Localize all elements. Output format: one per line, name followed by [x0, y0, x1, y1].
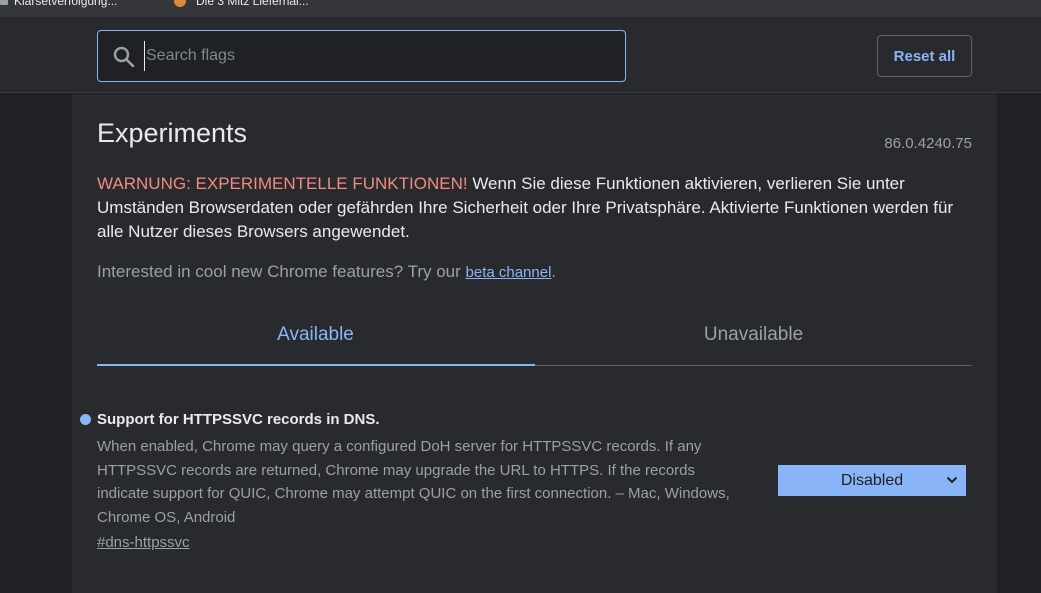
warning-message: WARNUNG: EXPERIMENTELLE FUNKTIONEN! Wenn… — [97, 172, 957, 244]
warning-label: WARNUNG: EXPERIMENTELLE FUNKTIONEN! — [97, 174, 468, 193]
experiments-panel: Experiments 86.0.4240.75 WARNUNG: EXPERI… — [72, 94, 997, 593]
bookmark-favicon-icon — [174, 0, 186, 7]
bookmark-label: Klarsetverfolgung... — [14, 0, 118, 8]
search-icon — [113, 46, 135, 68]
bookmark-item[interactable]: Klarsetverfolgung... — [0, 0, 117, 8]
search-input[interactable] — [144, 41, 614, 71]
dot-icon — [80, 414, 91, 425]
flag-title: Support for HTTPSSVC records in DNS. — [97, 411, 380, 428]
bookmarks-bar: Klarsetverfolgung... Die 3 Mitz Lieferha… — [0, 0, 1041, 17]
flag-permalink[interactable]: #dns-httpssvc — [97, 534, 190, 551]
beta-channel-link[interactable]: beta channel — [466, 264, 552, 281]
bookmark-item[interactable]: Die 3 Mitz Lieferhal... — [174, 0, 309, 8]
beta-channel-promo: Interested in cool new Chrome features? … — [97, 262, 556, 282]
flags-header: Reset all — [0, 17, 1041, 93]
flag-state-select[interactable]: Disabled — [778, 465, 966, 496]
page-title: Experiments — [97, 118, 248, 148]
reset-all-button[interactable]: Reset all — [877, 35, 972, 77]
tab-bar: Available Unavailable — [97, 304, 972, 366]
flag-state-value: Disabled — [840, 471, 904, 489]
chevron-down-icon — [946, 476, 958, 484]
search-box[interactable] — [97, 30, 626, 82]
tab-unavailable[interactable]: Unavailable — [535, 304, 972, 365]
flag-description: When enabled, Chrome may query a configu… — [97, 438, 730, 526]
beta-prefix: Interested in cool new Chrome features? … — [97, 262, 466, 281]
version-label: 86.0.4240.75 — [884, 135, 972, 152]
beta-suffix: . — [551, 262, 557, 281]
bookmark-favicon-icon — [0, 0, 8, 5]
bookmark-label: Die 3 Mitz Lieferhal... — [196, 0, 309, 8]
tab-available[interactable]: Available — [97, 304, 534, 365]
active-tab-indicator — [97, 364, 535, 366]
